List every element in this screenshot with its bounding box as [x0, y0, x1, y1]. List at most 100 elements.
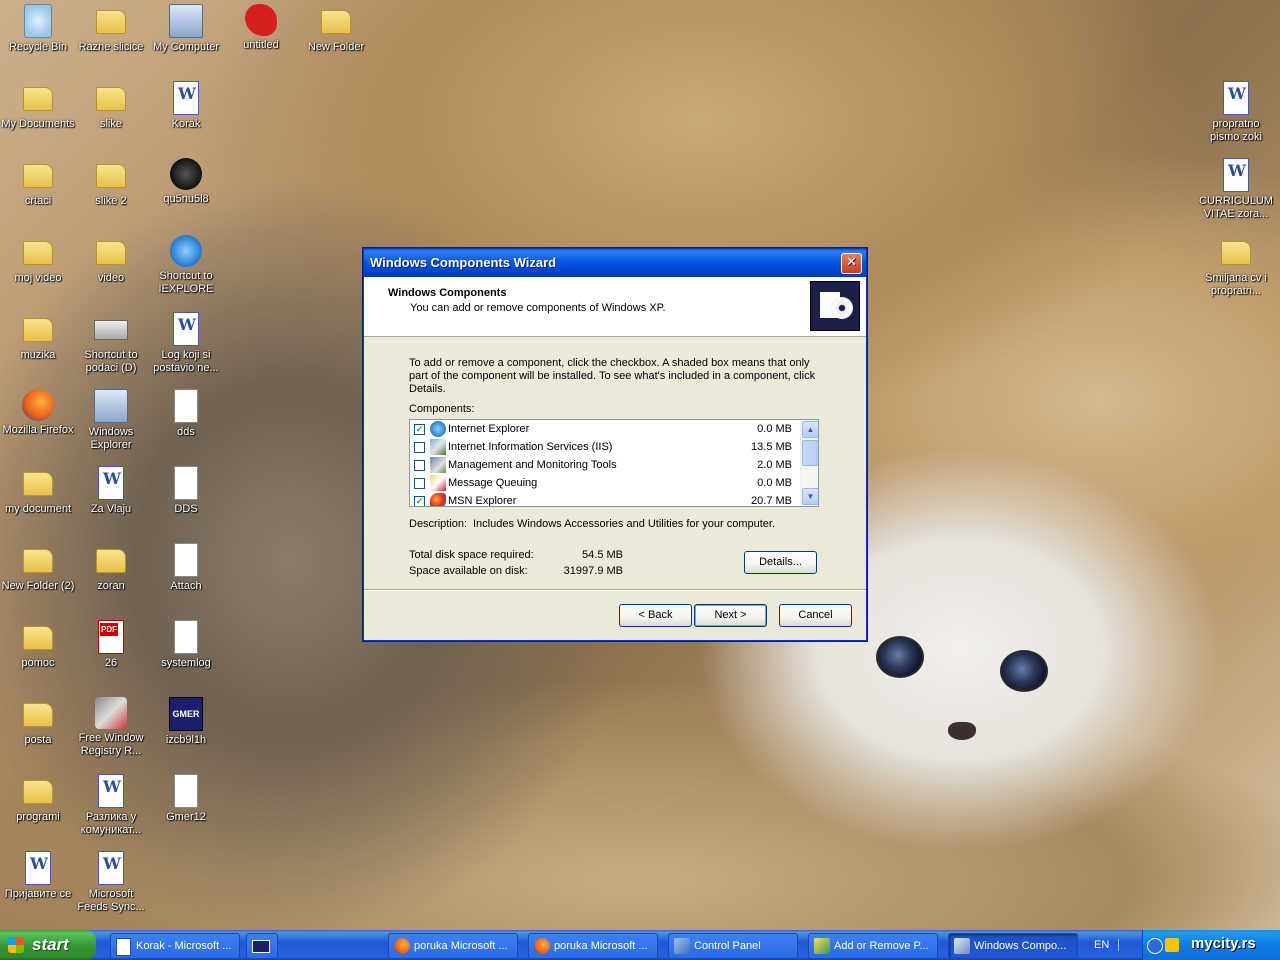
tray-help-icon[interactable] — [1147, 938, 1163, 954]
desktop-icon-my-document[interactable]: my document — [0, 466, 76, 516]
total-disk-space: Total disk space required: 54.5 MB — [409, 549, 623, 561]
scroll-thumb[interactable] — [802, 440, 818, 466]
wizard-instructions: To add or remove a component, click the … — [409, 357, 816, 395]
taskbar-button-label: Add or Remove P... — [834, 940, 929, 952]
desktop-icon-slike[interactable]: slike — [73, 81, 149, 131]
desktop-icon-label: systemlog — [161, 657, 211, 669]
language-indicator[interactable]: EN — [1094, 930, 1109, 960]
windows-components-logo-icon — [810, 281, 860, 331]
component-row-message-queuing[interactable]: Message Queuing 0.0 MB — [410, 474, 800, 492]
taskbar-button-windows-components[interactable]: Windows Compo... — [948, 933, 1078, 959]
desktop-icon-microsoft-feeds-sync[interactable]: Microsoft Feeds Sync... — [73, 851, 149, 914]
windows-components-wizard-dialog: Windows Components Wizard ✕ Windows Comp… — [363, 248, 867, 641]
taskbar-button-control-panel[interactable]: Control Panel — [668, 933, 798, 959]
desktop-icon-smiljana-cv[interactable]: Smiljana cv i propratn... — [1198, 235, 1274, 298]
dialog-title-bar[interactable]: Windows Components Wizard ✕ — [364, 249, 866, 277]
component-checkbox-checked[interactable]: ✓ — [414, 496, 425, 506]
tools-icon — [95, 697, 127, 729]
internet-explorer-icon — [170, 235, 202, 267]
desktop-icon-label: Free Window Registry R... — [78, 732, 144, 757]
folder-icon — [23, 164, 53, 188]
component-row-management-tools[interactable]: Management and Monitoring Tools 2.0 MB — [410, 456, 800, 474]
folder-icon — [96, 10, 126, 34]
kitten-eye-left — [876, 636, 924, 678]
details-button[interactable]: Details... — [744, 551, 817, 574]
components-list[interactable]: ✓ Internet Explorer 0.0 MB Internet Info… — [409, 419, 819, 507]
desktop-icon-zoran[interactable]: zoran — [73, 543, 149, 593]
desktop-icon-label: Windows Explorer — [88, 426, 134, 451]
tray-warning-icon[interactable] — [1165, 938, 1179, 952]
desktop-icon-log-koji[interactable]: Log koji si postavio ne... — [148, 312, 224, 375]
taskbar-button-add-remove-programs[interactable]: Add or Remove P... — [808, 933, 938, 959]
desktop-icon-prijavite-se[interactable]: Пријавите се — [0, 851, 76, 901]
desktop-icon-new-folder-2[interactable]: New Folder (2) — [0, 543, 76, 593]
desktop-icon-moj-video[interactable]: moj video — [0, 235, 76, 285]
desktop-icon-crtaci[interactable]: crtaci — [0, 158, 76, 208]
desktop-icon-razne-slicice[interactable]: Razne slicice — [73, 4, 149, 54]
component-checkbox[interactable] — [414, 442, 425, 453]
desktop-icon-free-window-registry[interactable]: Free Window Registry R... — [73, 697, 149, 758]
component-checkbox[interactable] — [414, 460, 425, 471]
desktop-icon-muzika[interactable]: muzika — [0, 312, 76, 362]
taskbar-button-poruka-1[interactable]: poruka Microsoft ... — [388, 933, 518, 959]
next-button[interactable]: Next > — [694, 604, 767, 627]
component-size: 0.0 MB — [757, 423, 792, 435]
desktop-icon-posta[interactable]: posta — [0, 697, 76, 747]
component-checkbox[interactable] — [414, 478, 425, 489]
mycity-watermark: mycity.rs — [1191, 935, 1256, 952]
add-remove-programs-icon — [814, 938, 830, 954]
taskbar-button-gmer[interactable] — [246, 933, 278, 959]
total-disk-space-value: 54.5 MB — [582, 549, 623, 561]
component-checkbox-checked[interactable]: ✓ — [414, 424, 425, 435]
desktop-icon-shortcut-podaci[interactable]: Shortcut to podaci (D) — [73, 312, 149, 375]
desktop-icon-izcb9l1h[interactable]: GMER izcb9l1h — [148, 697, 224, 747]
desktop-icon-label: muzika — [20, 349, 56, 361]
scroll-up-arrow-icon[interactable]: ▲ — [802, 421, 818, 438]
desktop-icon-attach[interactable]: Attach — [148, 543, 224, 593]
desktop-icon-slike-2[interactable]: slike 2 — [73, 158, 149, 208]
desktop-icon-gmer12[interactable]: Gmer12 — [148, 774, 224, 824]
taskbar-button-poruka-2[interactable]: poruka Microsoft ... — [528, 933, 658, 959]
desktop-icon-mozilla-firefox[interactable]: Mozilla Firefox — [0, 389, 76, 437]
desktop-icon-untitled[interactable]: untitled — [223, 4, 299, 52]
total-disk-space-label: Total disk space required: — [409, 549, 534, 561]
desktop-icon-label: izcb9l1h — [165, 734, 207, 746]
desktop-icon-qu5nu5l8[interactable]: qu5nu5l8 — [148, 158, 224, 206]
desktop-icon-korak[interactable]: Korak — [148, 81, 224, 131]
desktop-icon-propratno-pismo[interactable]: propratno pismo zoki — [1198, 81, 1274, 144]
desktop-icon-dds[interactable]: dds — [148, 389, 224, 439]
desktop-icon-windows-explorer[interactable]: Windows Explorer — [73, 389, 149, 452]
desktop-icon-pomoc[interactable]: pomoc — [0, 620, 76, 670]
desktop-icon-shortcut-iexplore[interactable]: Shortcut to IEXPLORE — [148, 235, 224, 296]
taskbar-button-korak-word[interactable]: Korak - Microsoft ... — [110, 933, 240, 959]
desktop-icon-programi[interactable]: programi — [0, 774, 76, 824]
folder-icon — [96, 164, 126, 188]
desktop-icon-DDS[interactable]: DDS — [148, 466, 224, 516]
desktop-icon-my-documents[interactable]: My Documents — [0, 81, 76, 131]
desktop-icon-video[interactable]: video — [73, 235, 149, 285]
desktop-icon-recycle-bin[interactable]: Recycle Bin — [0, 4, 76, 54]
cancel-button[interactable]: Cancel — [779, 604, 852, 627]
component-row-iis[interactable]: Internet Information Services (IIS) 13.5… — [410, 438, 800, 456]
component-name: Management and Monitoring Tools — [448, 459, 617, 471]
desktop-icon-za-vlaju[interactable]: Za Vlaju — [73, 466, 149, 516]
scroll-down-arrow-icon[interactable]: ▼ — [802, 488, 818, 505]
desktop-icon-systemlog[interactable]: systemlog — [148, 620, 224, 670]
desktop-icon-new-folder[interactable]: New Folder — [298, 4, 374, 54]
taskbar-button-label: Korak - Microsoft ... — [136, 940, 232, 952]
component-row-internet-explorer[interactable]: ✓ Internet Explorer 0.0 MB — [410, 420, 800, 438]
desktop-icon-label: my document — [4, 503, 72, 515]
start-button[interactable]: start — [0, 930, 96, 960]
desktop-icon-curriculum-vitae[interactable]: CURRICULUM VITAE zora... — [1198, 158, 1274, 221]
component-row-msn-explorer[interactable]: ✓ MSN Explorer 20.7 MB — [410, 492, 800, 506]
components-scrollbar[interactable]: ▲ ▼ — [800, 420, 818, 506]
desktop-icon-label: Razne slicice — [78, 41, 144, 53]
firefox-icon — [22, 389, 54, 421]
wizard-header-subtitle: You can add or remove components of Wind… — [410, 302, 666, 314]
back-button[interactable]: < Back — [619, 604, 692, 627]
desktop-icon-26[interactable]: 26 — [73, 620, 149, 670]
close-button[interactable]: ✕ — [841, 253, 862, 274]
document-icon — [174, 774, 198, 808]
desktop-icon-razlika[interactable]: Разлика у комуникат... — [73, 774, 149, 837]
desktop-icon-my-computer[interactable]: My Computer — [148, 4, 224, 54]
